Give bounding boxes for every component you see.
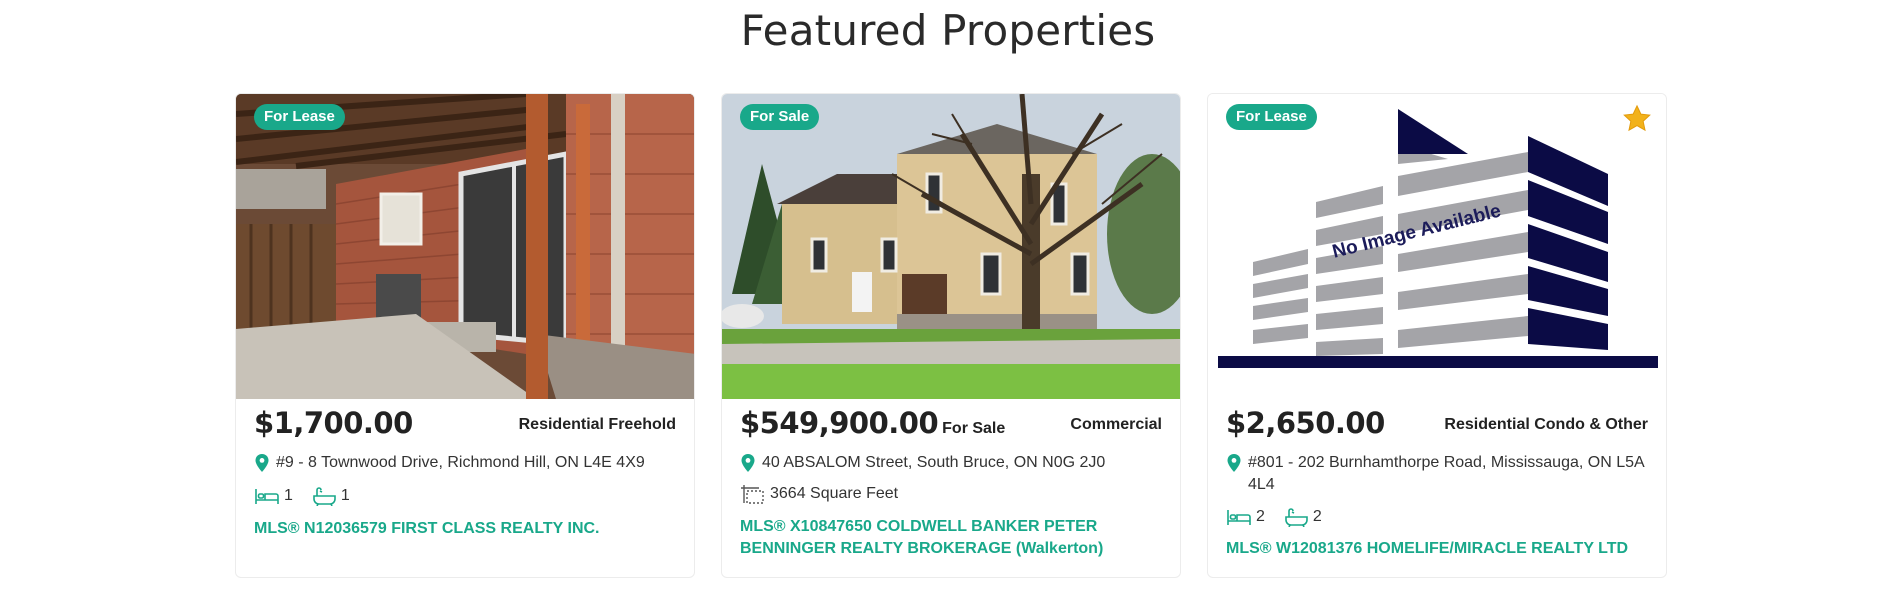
bed-count: 1	[284, 487, 293, 504]
section-title: Featured Properties	[740, 6, 1156, 55]
mls-link[interactable]: MLS® W12081376 HOMELIFE/MIRACLE REALTY L…	[1226, 538, 1650, 560]
bathtub-icon	[1285, 508, 1308, 527]
property-card[interactable]: No Image Available For Lease $2,650.00 R…	[1207, 93, 1667, 578]
bed-count: 2	[1256, 508, 1265, 525]
features-row: 3664 Square Feet	[740, 484, 916, 504]
address: #9 - 8 Townwood Drive, Richmond Hill, ON…	[276, 454, 645, 471]
address-row: 40 ABSALOM Street, South Bruce, ON N0G 2…	[740, 452, 1164, 474]
property-card[interactable]: For Sale $549,900.00 For Sale Commercial …	[721, 93, 1181, 578]
map-pin-icon	[1227, 454, 1241, 472]
bed-icon	[1227, 510, 1251, 525]
address-row: #9 - 8 Townwood Drive, Richmond Hill, ON…	[254, 452, 678, 474]
address: 40 ABSALOM Street, South Bruce, ON N0G 2…	[762, 454, 1106, 471]
property-type: Commercial	[1070, 416, 1162, 433]
address-row: #801 - 202 Burnhamthorpe Road, Mississau…	[1226, 452, 1650, 496]
features-row: 2 2	[1226, 507, 1340, 527]
address: #801 - 202 Burnhamthorpe Road, Mississau…	[1248, 454, 1644, 493]
area: 3664 Square Feet	[770, 485, 899, 502]
map-pin-icon	[255, 454, 269, 472]
price-suffix: For Sale	[942, 420, 1006, 437]
listing-status-badge: For Sale	[740, 104, 820, 130]
features-row: 1 1	[254, 486, 368, 506]
listing-status-badge: For Lease	[254, 104, 345, 130]
price: $549,900.00 For Sale	[740, 406, 1005, 440]
bath-count: 1	[340, 487, 350, 504]
featured-star-icon[interactable]	[1622, 104, 1652, 134]
mls-link[interactable]: MLS® X10847650 COLDWELL BANKER PETER BEN…	[740, 516, 1164, 560]
property-photo-placeholder[interactable]: No Image Available For Lease	[1208, 94, 1666, 399]
mls-link[interactable]: MLS® N12036579 FIRST CLASS REALTY INC.	[254, 518, 678, 540]
property-photo[interactable]: For Lease	[236, 94, 694, 399]
square-footage-icon	[741, 485, 764, 504]
listing-status-badge: For Lease	[1226, 104, 1317, 130]
property-card[interactable]: For Lease $1,700.00 Residential Freehold…	[235, 93, 695, 578]
map-pin-icon	[741, 454, 755, 472]
property-photo[interactable]: For Sale	[722, 94, 1180, 399]
bathtub-icon	[313, 487, 336, 506]
bath-count: 2	[1312, 508, 1322, 525]
property-type: Residential Freehold	[518, 416, 676, 433]
bed-icon	[255, 489, 279, 504]
price-value: $549,900.00	[740, 406, 939, 440]
price: $2,650.00	[1226, 406, 1385, 440]
price: $1,700.00	[254, 406, 413, 440]
property-type: Residential Condo & Other	[1444, 416, 1648, 433]
